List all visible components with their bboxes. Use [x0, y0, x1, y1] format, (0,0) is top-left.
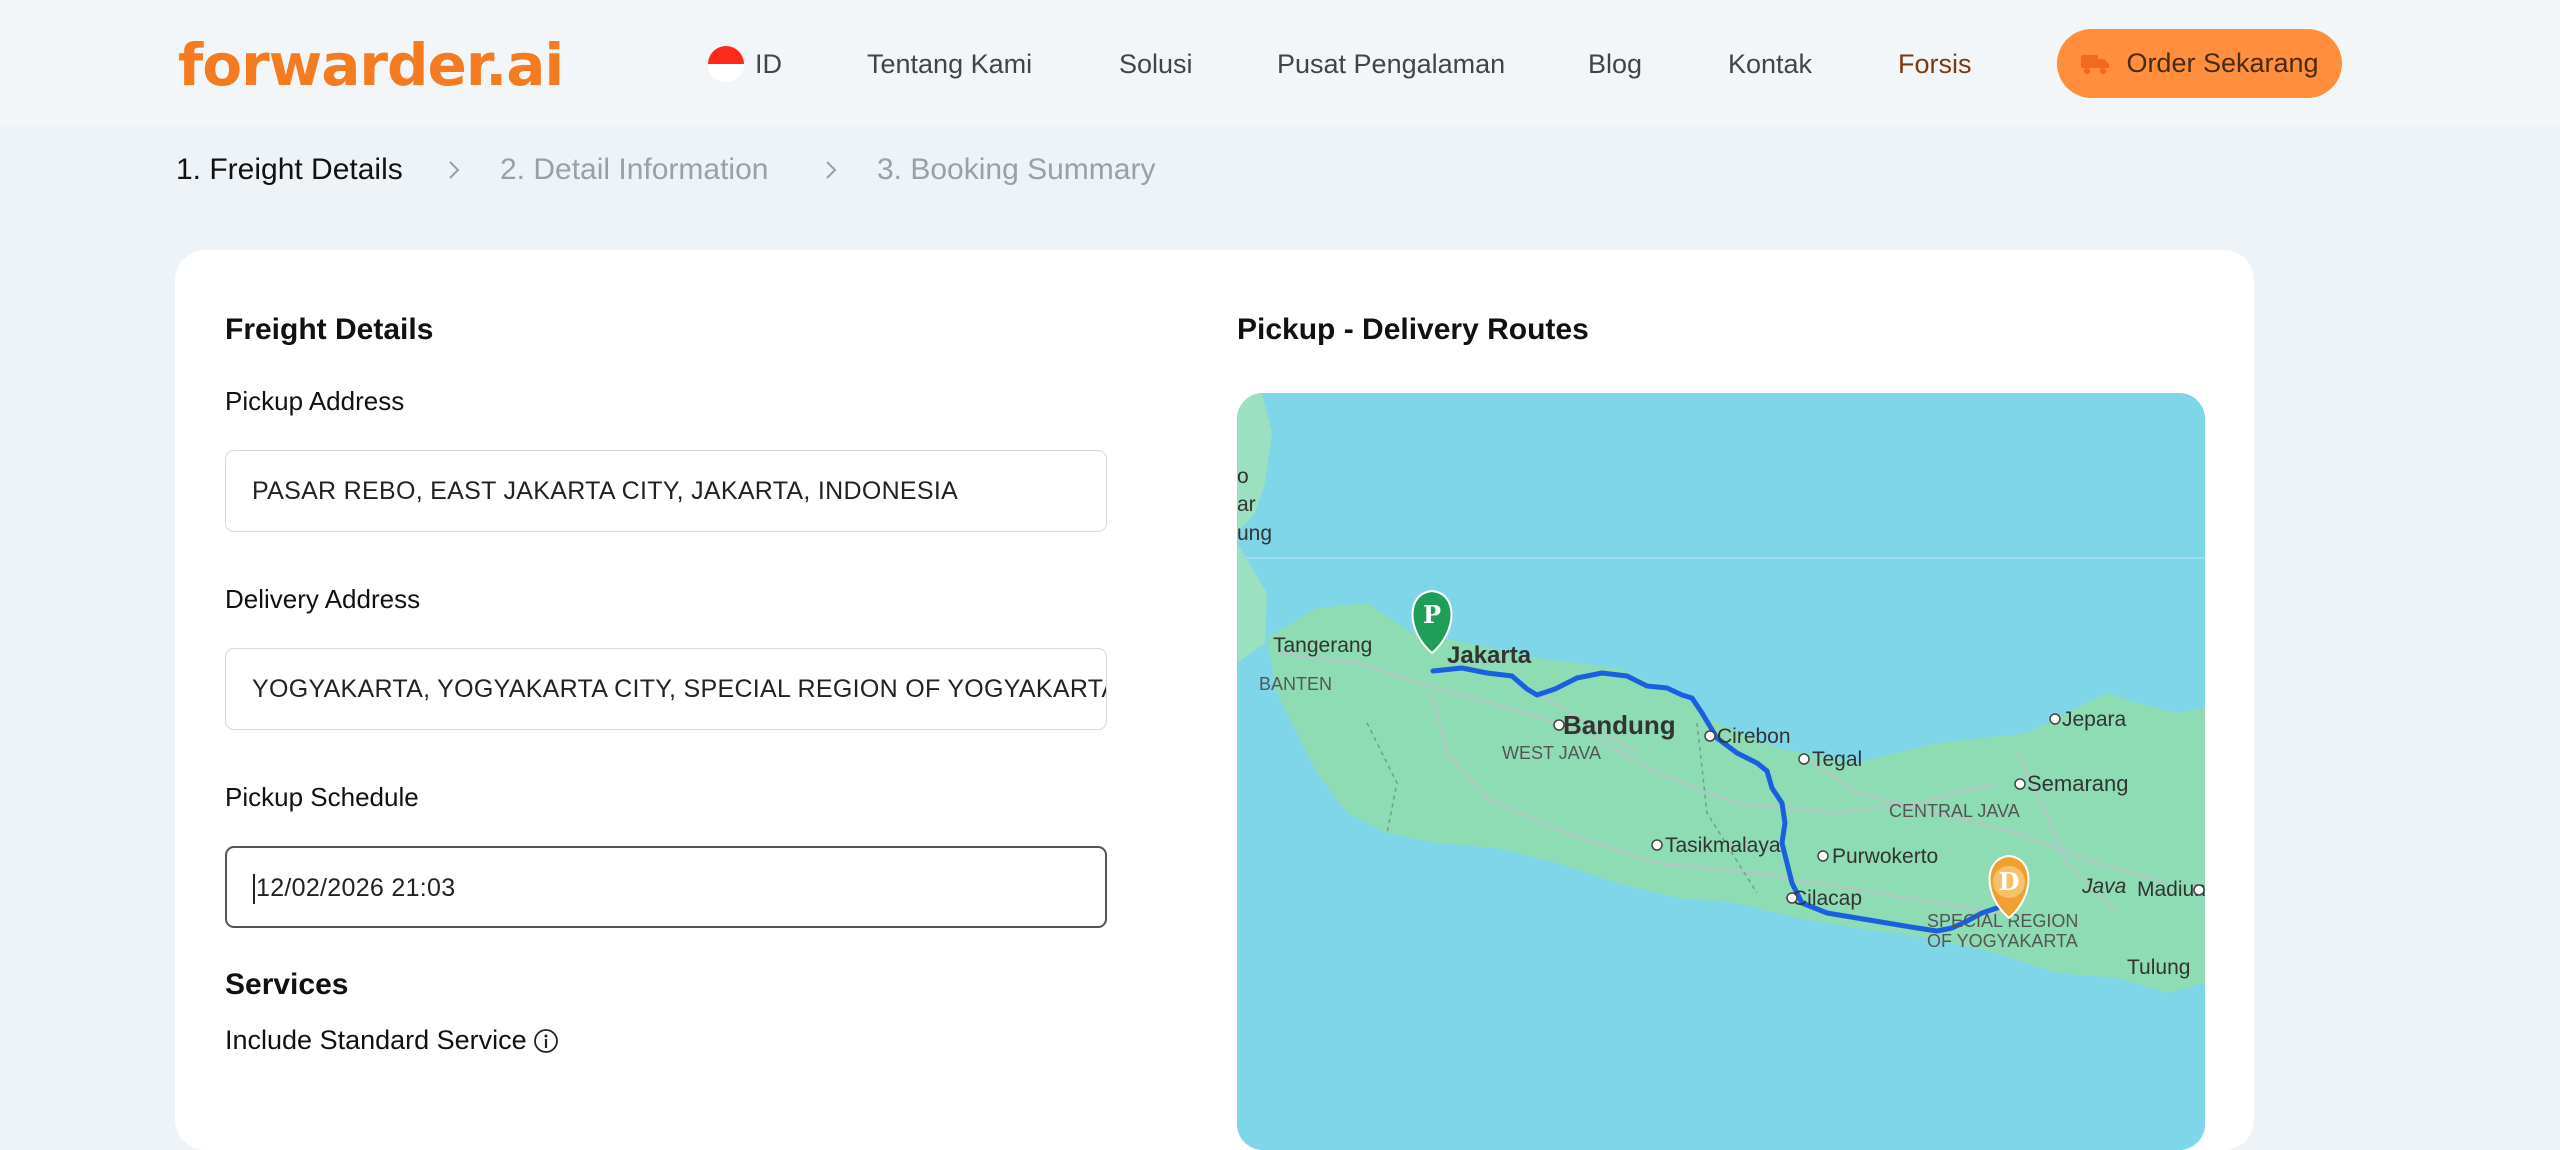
nav-forsis[interactable]: Forsis: [1898, 44, 1972, 84]
place-tangerang: Tangerang: [1273, 634, 1372, 657]
place-of-yogyakarta: OF YOGYAKARTA: [1927, 931, 2078, 951]
order-now-button[interactable]: Order Sekarang: [2057, 29, 2342, 98]
route-map[interactable]: Tangerang Jakarta BANTEN Bandung WEST JA…: [1237, 393, 2205, 1150]
indonesia-flag-icon[interactable]: [708, 46, 744, 82]
delivery-address-input[interactable]: YOGYAKARTA, YOGYAKARTA CITY, SPECIAL REG…: [225, 648, 1107, 730]
services-title: Services: [225, 968, 349, 1001]
nav-kontak[interactable]: Kontak: [1728, 44, 1812, 84]
place-tasikmalaya: Tasikmalaya: [1665, 834, 1781, 857]
place-cirebon: Cirebon: [1717, 725, 1791, 748]
freight-details-title: Freight Details: [225, 313, 434, 346]
place-jakarta: Jakarta: [1447, 642, 1532, 669]
place-banten: BANTEN: [1259, 674, 1332, 694]
chevron-right-icon: [449, 161, 460, 179]
nav-pusat-pengalaman[interactable]: Pusat Pengalaman: [1277, 44, 1505, 84]
freight-details-card: Freight Details Pickup Address PASAR REB…: [175, 250, 2254, 1150]
nav-tentang-kami[interactable]: Tentang Kami: [867, 44, 1032, 84]
place-edge-label: ar: [1237, 493, 1256, 516]
place-central-java: CENTRAL JAVA: [1889, 801, 2020, 821]
pickup-address-label: Pickup Address: [225, 386, 405, 416]
step-detail-information[interactable]: 2. Detail Information: [500, 148, 768, 192]
place-jepara: Jepara: [2062, 708, 2127, 731]
place-tulung: Tulung: [2127, 956, 2190, 979]
top-navigation-bar: forwarder.ai ID Tentang Kami Solusi Pusa…: [0, 0, 2560, 126]
pickup-address-input[interactable]: PASAR REBO, EAST JAKARTA CITY, JAKARTA, …: [225, 450, 1107, 532]
place-semarang: Semarang: [2027, 771, 2129, 796]
text-caret: [253, 874, 255, 905]
svg-text:P: P: [1423, 600, 1441, 629]
place-special-region: SPECIAL REGION: [1927, 911, 2078, 931]
place-cilacap: Cilacap: [1792, 887, 1862, 910]
place-bandung: Bandung: [1563, 710, 1676, 740]
truck-icon: [2081, 54, 2110, 74]
place-west-java: WEST JAVA: [1502, 743, 1601, 763]
delivery-address-label: Delivery Address: [225, 584, 421, 614]
routes-title: Pickup - Delivery Routes: [1237, 313, 1589, 346]
place-java: Java: [2081, 875, 2126, 898]
place-edge-label: o: [1237, 465, 1249, 488]
standard-service-label: Include Standard Service: [225, 1025, 527, 1055]
pickup-schedule-value: 12/02/2026 21:03: [256, 874, 456, 902]
info-icon[interactable]: [533, 1028, 559, 1054]
place-purwokerto: Purwokerto: [1832, 845, 1938, 868]
step-freight-details[interactable]: 1. Freight Details: [176, 148, 403, 192]
language-selector[interactable]: ID: [755, 44, 782, 84]
pickup-schedule-input[interactable]: 12/02/2026 21:03: [225, 846, 1107, 928]
chevron-right-icon: [826, 161, 837, 179]
nav-solusi[interactable]: Solusi: [1119, 44, 1193, 84]
svg-text:D: D: [1999, 867, 2020, 896]
logo-tld: .ai: [485, 31, 564, 99]
forwarder-logo[interactable]: forwarder.ai: [178, 30, 564, 100]
standard-service-row: Include Standard Service: [225, 1025, 559, 1056]
logo-text: forwarder: [178, 31, 486, 99]
nav-blog[interactable]: Blog: [1588, 44, 1642, 84]
order-now-label: Order Sekarang: [2126, 48, 2319, 78]
place-edge-label: ung: [1237, 522, 1272, 545]
pickup-schedule-label: Pickup Schedule: [225, 782, 419, 812]
place-tegal: Tegal: [1812, 748, 1862, 771]
step-booking-summary[interactable]: 3. Booking Summary: [877, 148, 1155, 192]
